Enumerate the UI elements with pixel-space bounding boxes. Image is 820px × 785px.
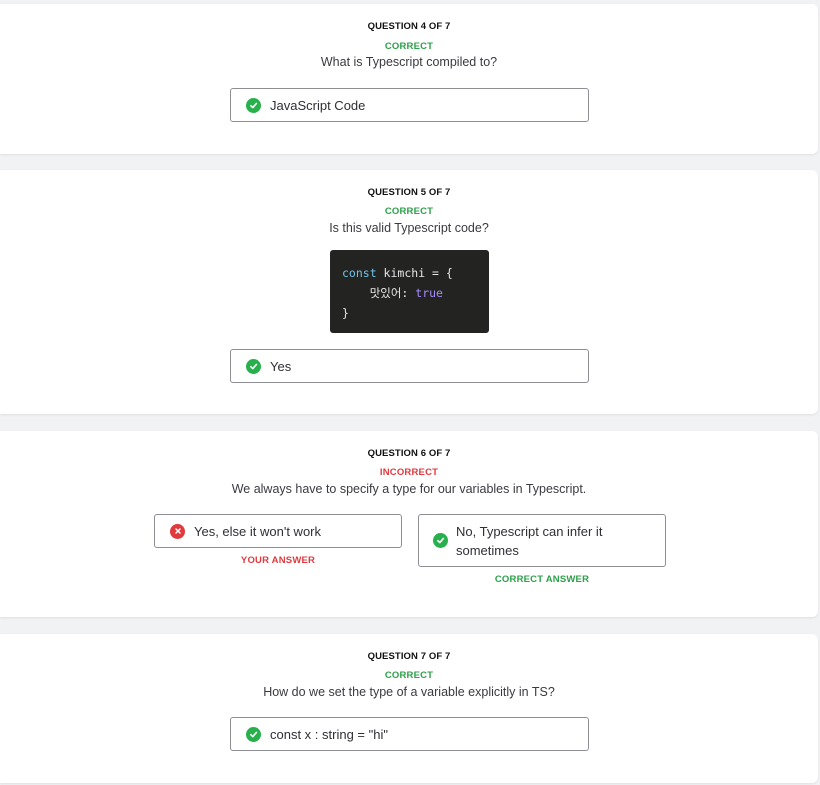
question-number: QUESTION 5 OF 7 xyxy=(367,187,451,198)
answer-text: No, Typescript can infer it sometimes xyxy=(456,523,603,558)
status-label: CORRECT xyxy=(384,41,434,52)
answer-text: JavaScript Code xyxy=(270,97,366,113)
question-text: How do we set the type of a variable exp… xyxy=(263,685,555,699)
question-text: We always have to specify a type for our… xyxy=(231,482,587,496)
correct-answer-label: CORRECT ANSWER xyxy=(494,574,590,585)
answer-text: const x : string = "hi" xyxy=(270,726,388,742)
code-line-3: } xyxy=(342,306,349,320)
status-label: CORRECT xyxy=(384,206,434,217)
answer-text: Yes xyxy=(270,358,292,374)
question-card-4: QUESTION 4 OF 7 CORRECT What is Typescri… xyxy=(0,4,818,154)
question-card-7: QUESTION 7 OF 7 CORRECT How do we set th… xyxy=(0,634,818,783)
question-text: What is Typescript compiled to? xyxy=(320,55,498,69)
code-line-2: 맛있어: true xyxy=(342,286,443,300)
question-number: QUESTION 7 OF 7 xyxy=(367,651,451,662)
answer-option[interactable]: JavaScript Code xyxy=(230,88,589,122)
question-number: QUESTION 4 OF 7 xyxy=(367,21,451,32)
answer-text: Yes, else it won't work xyxy=(194,523,322,539)
check-circle-icon xyxy=(246,97,261,113)
your-answer-option[interactable]: Yes, else it won't work xyxy=(154,514,402,548)
check-circle-icon xyxy=(246,726,261,742)
correct-answer-option[interactable]: No, Typescript can infer it sometimes xyxy=(418,514,666,567)
your-answer-label: YOUR ANSWER xyxy=(240,555,316,566)
status-label: INCORRECT xyxy=(379,467,439,478)
status-label: CORRECT xyxy=(384,670,434,681)
question-text: Is this valid Typescript code? xyxy=(329,221,489,235)
question-number: QUESTION 6 OF 7 xyxy=(367,448,451,459)
x-circle-icon xyxy=(170,523,185,539)
question-card-6: QUESTION 6 OF 7 INCORRECT We always have… xyxy=(0,431,818,617)
answer-option[interactable]: const x : string = "hi" xyxy=(230,717,589,751)
answer-option[interactable]: Yes xyxy=(230,349,589,383)
code-line-1: const kimchi = { xyxy=(342,266,453,280)
check-circle-icon xyxy=(246,358,261,374)
check-circle-icon xyxy=(433,533,448,548)
code-block: const kimchi = { 맛있어: true } xyxy=(330,250,489,333)
question-card-5: QUESTION 5 OF 7 CORRECT Is this valid Ty… xyxy=(0,170,818,414)
